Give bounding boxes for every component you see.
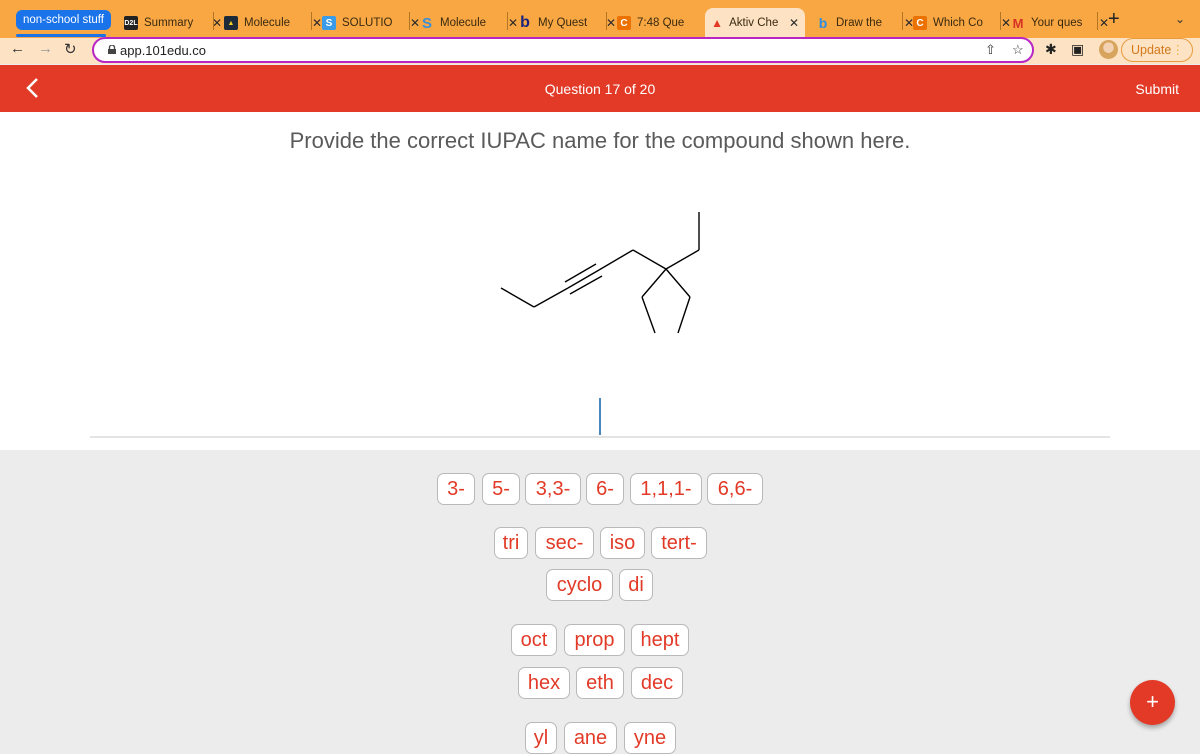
tab-title: 7:48 Que: [637, 17, 685, 29]
key-eth[interactable]: eth: [576, 667, 624, 699]
forward-arrow-icon[interactable]: →: [38, 40, 53, 57]
tab-title: Summary: [144, 17, 194, 29]
key-3-[interactable]: 3-: [437, 473, 475, 505]
bartleby-favicon-icon: b: [520, 14, 530, 31]
text-cursor: [599, 398, 601, 435]
question-counter: Question 17 of 20: [544, 81, 656, 97]
lock-icon: [108, 45, 116, 54]
update-button[interactable]: Update ⋮: [1121, 38, 1193, 62]
d2l-favicon-icon: D2L: [124, 16, 138, 30]
answer-input-line[interactable]: [90, 436, 1110, 438]
key-5-[interactable]: 5-: [482, 473, 520, 505]
new-tab-plus-icon[interactable]: +: [1108, 8, 1120, 31]
key-6-[interactable]: 6-: [586, 473, 624, 505]
submit-button[interactable]: Submit: [1135, 81, 1179, 97]
gmail-favicon-icon: M: [1012, 15, 1024, 31]
tab-title: Which Co: [933, 17, 983, 29]
reload-icon[interactable]: ↻: [64, 40, 77, 58]
tab-separator: [213, 12, 214, 30]
profile-avatar[interactable]: [1099, 40, 1118, 59]
extensions-puzzle-icon[interactable]: ✱: [1045, 41, 1057, 58]
add-fab-button[interactable]: +: [1130, 680, 1175, 725]
compound-structure-image: [500, 212, 700, 334]
tab-separator: [1000, 12, 1001, 30]
tab-separator: [507, 12, 508, 30]
key-yne[interactable]: yne: [624, 722, 676, 754]
tab-title: Draw the: [836, 17, 883, 29]
key-hex[interactable]: hex: [518, 667, 570, 699]
bookmark-star-icon[interactable]: ☆: [1012, 42, 1024, 58]
s-letter-favicon-icon: S: [421, 14, 432, 32]
bing-favicon-icon: b: [818, 15, 828, 31]
tab-title: Molecule: [440, 17, 487, 29]
question-area: Provide the correct IUPAC name for the c…: [0, 112, 1200, 450]
tab-title: Molecule: [244, 17, 291, 29]
browser-tab-active[interactable]: ▲ Aktiv Che ✕: [705, 8, 805, 38]
tab-title: Your ques: [1031, 17, 1083, 29]
back-arrow-icon[interactable]: ←: [10, 40, 25, 57]
aktiv-favicon-icon: ▲: [711, 16, 724, 30]
more-menu-icon[interactable]: ⋮: [1172, 39, 1185, 61]
close-tab-icon[interactable]: ✕: [789, 16, 799, 30]
key-tri[interactable]: tri: [494, 527, 528, 559]
tab-title: SOLUTIO: [342, 17, 393, 29]
key-3-3-[interactable]: 3,3-: [525, 473, 581, 505]
key-ane[interactable]: ane: [564, 722, 617, 754]
browser-tab[interactable]: b Draw the ✕: [810, 8, 920, 38]
phet-favicon-icon: ▲: [224, 16, 238, 30]
tab-separator: [409, 12, 410, 30]
key-hept[interactable]: hept: [631, 624, 689, 656]
key-prop[interactable]: prop: [564, 624, 625, 656]
chevron-down-icon[interactable]: ⌄: [1175, 12, 1185, 26]
browser-tab-strip: non-school stuff D2L Summary ✕ ▲ Molecul…: [0, 0, 1200, 38]
key-dec[interactable]: dec: [631, 667, 683, 699]
share-icon[interactable]: ⇧: [985, 42, 996, 58]
browser-tab[interactable]: D2L Summary ✕: [118, 8, 228, 38]
chegg-favicon-icon: C: [913, 16, 927, 30]
chegg-favicon-icon: C: [617, 16, 631, 30]
tab-group-underline: [16, 34, 106, 37]
s-app-favicon-icon: S: [322, 16, 336, 30]
key-iso[interactable]: iso: [600, 527, 645, 559]
question-prompt: Provide the correct IUPAC name for the c…: [289, 128, 911, 153]
update-label: Update: [1131, 43, 1172, 57]
tab-separator: [902, 12, 903, 30]
address-bar[interactable]: app.101edu.co ⇧ ☆: [92, 37, 1034, 63]
key-1-1-1-[interactable]: 1,1,1-: [630, 473, 702, 505]
url-text: app.101edu.co: [120, 43, 207, 58]
key-sec[interactable]: sec-: [535, 527, 594, 559]
key-cyclo[interactable]: cyclo: [546, 569, 613, 601]
key-oct[interactable]: oct: [511, 624, 557, 656]
tab-title: Aktiv Che: [729, 17, 779, 29]
key-yl[interactable]: yl: [525, 722, 557, 754]
browser-tab[interactable]: M Your ques ✕: [1005, 8, 1115, 38]
tab-group-chip[interactable]: non-school stuff: [16, 10, 111, 30]
key-di[interactable]: di: [619, 569, 653, 601]
tab-title: My Quest: [538, 17, 588, 29]
tab-separator: [1097, 12, 1098, 30]
app-header: Question 17 of 20 Submit: [0, 65, 1200, 112]
side-panel-icon[interactable]: ▣: [1071, 41, 1084, 58]
key-6-6-[interactable]: 6,6-: [707, 473, 763, 505]
tab-separator: [311, 12, 312, 30]
key-tert[interactable]: tert-: [651, 527, 707, 559]
tab-separator: [606, 12, 607, 30]
